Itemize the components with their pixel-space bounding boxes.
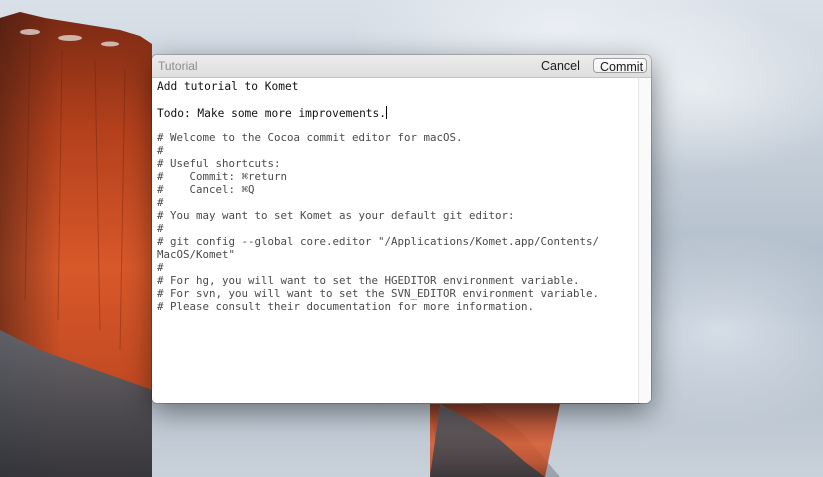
vertical-scrollbar[interactable]: [638, 78, 651, 403]
window-titlebar: Tutorial Cancel Commit: [152, 55, 651, 78]
commit-message-line: Todo: Make some more improvements.: [157, 106, 388, 120]
comment-line: # Useful shortcuts:: [157, 157, 281, 170]
commit-message-line: Add tutorial to Komet: [157, 80, 299, 93]
comment-line: # Cancel: ⌘Q: [157, 183, 255, 196]
comment-line: # Commit: ⌘return: [157, 170, 288, 183]
window-title: Tutorial: [158, 59, 198, 73]
comment-line: MacOS/Komet": [157, 248, 236, 261]
comment-line: # You may want to set Komet as your defa…: [157, 209, 515, 222]
comment-line: # Welcome to the Cocoa commit editor for…: [157, 131, 463, 144]
commit-editor-window: Tutorial Cancel Commit Add tutorial to K…: [152, 55, 651, 403]
comment-line: # git config --global core.editor "/Appl…: [157, 235, 600, 248]
comment-line: #: [157, 222, 164, 235]
commit-button[interactable]: Commit: [593, 58, 647, 74]
comment-line: # Please consult their documentation for…: [157, 300, 535, 313]
text-cursor: [386, 106, 388, 119]
comment-line: #: [157, 196, 164, 209]
comment-line: #: [157, 144, 164, 157]
commit-message-editor[interactable]: Add tutorial to Komet Todo: Make some mo…: [152, 78, 638, 403]
comment-line: # For svn, you will want to set the SVN_…: [157, 287, 600, 300]
cancel-button[interactable]: Cancel: [535, 57, 586, 75]
comment-line: #: [157, 261, 164, 274]
comment-line: # For hg, you will want to set the HGEDI…: [157, 274, 580, 287]
